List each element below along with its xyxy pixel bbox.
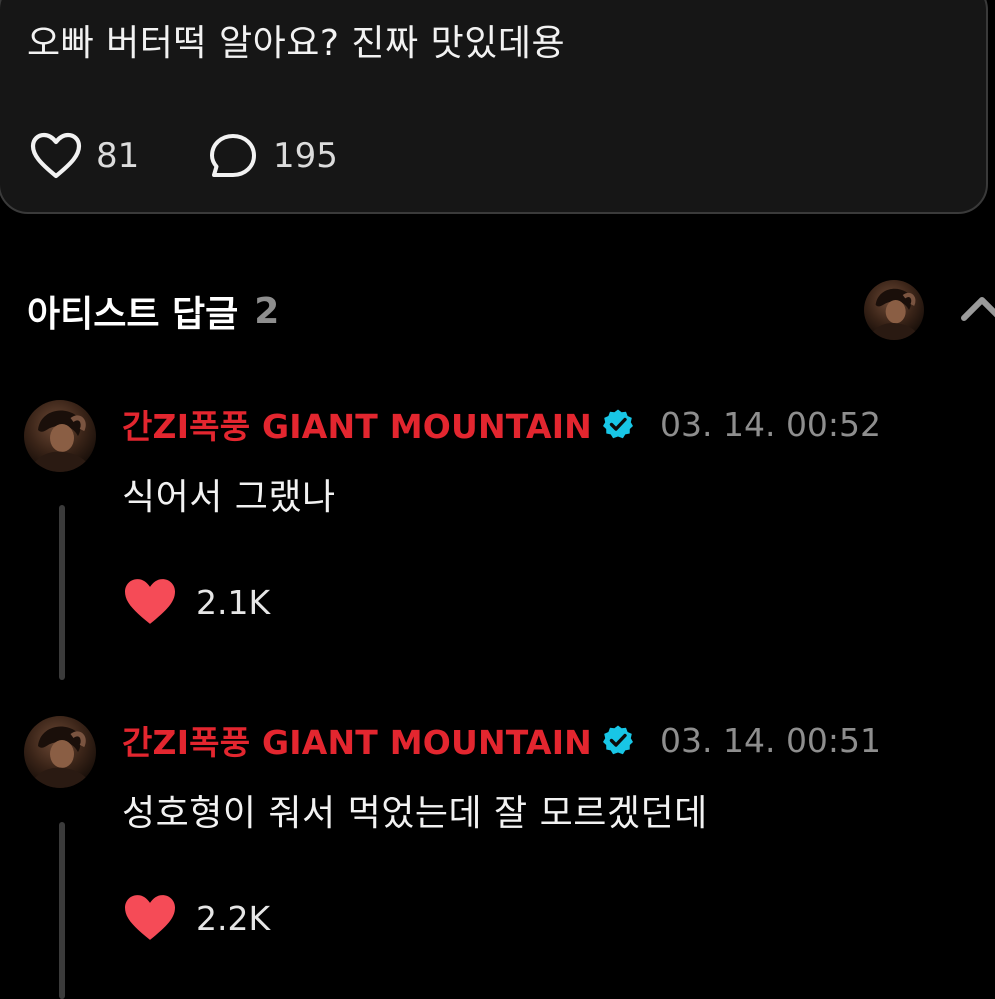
- post-comment-count: 195: [273, 136, 338, 176]
- speech-bubble-icon: [210, 134, 256, 177]
- verified-badge-icon: [603, 725, 633, 755]
- verified-badge-icon: [603, 409, 633, 439]
- heart-filled-icon: [125, 895, 175, 940]
- post-like-button[interactable]: 81: [30, 132, 139, 180]
- post-card: 오빠 버터떡 알아요? 진짜 맛있데용 81 195: [0, 0, 988, 214]
- reply-text: 성호형이 줘서 먹었는데 잘 모르겠던데: [122, 793, 708, 834]
- thread-line: [59, 505, 65, 680]
- reply-like-button[interactable]: 2.1K: [122, 574, 270, 630]
- collapse-button[interactable]: [958, 288, 995, 328]
- artist-avatar[interactable]: [864, 280, 924, 340]
- heart-outline-icon: [30, 132, 82, 179]
- reply-header: 간ZI폭풍 GIANT MOUNTAIN 03. 14. 00:52: [122, 400, 882, 448]
- reply-timestamp: 03. 14. 00:52: [660, 404, 882, 444]
- reply-timestamp: 03. 14. 00:51: [660, 720, 882, 760]
- chevron-up-icon: [961, 297, 995, 321]
- reply-like-button[interactable]: 2.2K: [122, 890, 270, 946]
- heart-filled-icon: [125, 579, 175, 624]
- section-title: 아티스트 답글: [27, 294, 239, 335]
- artist-replies-header: 아티스트 답글 2: [27, 283, 279, 339]
- reply-like-count: 2.1K: [196, 582, 271, 622]
- post-like-count: 81: [96, 136, 140, 176]
- thread-line: [59, 822, 65, 999]
- post-text: 오빠 버터떡 알아요? 진짜 맛있데용: [27, 23, 566, 64]
- author-name[interactable]: 간ZI폭풍 GIANT MOUNTAIN: [122, 400, 592, 448]
- reply-text: 식어서 그랬나: [122, 477, 336, 518]
- avatar[interactable]: [24, 716, 96, 788]
- post-comment-button[interactable]: 195: [207, 132, 338, 180]
- reply-header: 간ZI폭풍 GIANT MOUNTAIN 03. 14. 00:51: [122, 716, 882, 764]
- reply-like-count: 2.2K: [196, 898, 271, 938]
- author-name[interactable]: 간ZI폭풍 GIANT MOUNTAIN: [122, 716, 592, 764]
- section-count: 2: [254, 290, 280, 332]
- avatar[interactable]: [24, 400, 96, 472]
